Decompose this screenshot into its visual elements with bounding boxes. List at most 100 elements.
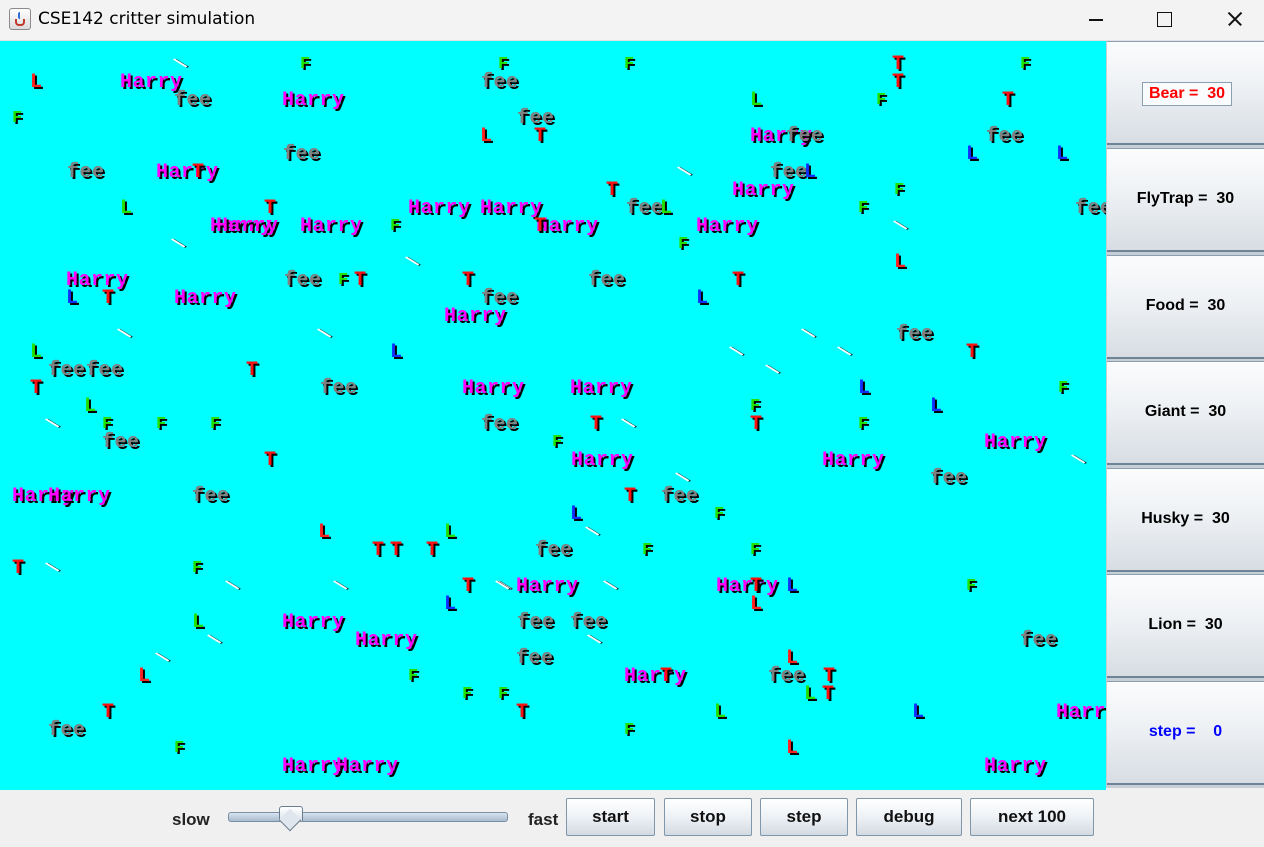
food-critter: F [300,55,311,74]
food-critter: F [552,433,563,452]
food-critter: F [498,685,509,704]
bear-critter: \ [835,341,856,365]
lion-critter: L [1056,143,1069,166]
flytrap-critter: T [354,269,367,292]
food-count: Food = 30 [1145,297,1226,314]
flytrap-count-panel: FlyTrap = 30 [1107,148,1264,252]
lion-critter: L [930,395,943,418]
close-button[interactable] [1198,0,1264,40]
husky-critter: Harry [174,287,237,310]
flytrap-critter: T [246,359,259,382]
bear-critter: \ [727,341,748,365]
debug-button[interactable]: debug [856,798,962,836]
food-critter: F [624,55,635,74]
lion-critter: L [480,125,493,148]
lion-critter: L [660,197,673,220]
flytrap-critter: T [30,377,43,400]
flytrap-critter: T [732,269,745,292]
giant-critter: fee [283,143,321,166]
flytrap-critter: T [102,287,115,310]
husky-critter: Harry [462,377,525,400]
lion-critter: L [696,287,709,310]
lion-critter: L [750,89,763,112]
bear-critter: \ [153,647,174,671]
title-bar: CSE142 critter simulation [0,0,1264,41]
bear-critter: \ [403,251,424,275]
bear-count-panel: Bear = 30 [1107,41,1264,145]
food-critter: F [858,199,869,218]
husky-critter: Harry [355,629,418,652]
minimize-button[interactable] [1062,0,1128,40]
step-button[interactable]: step [760,798,848,836]
food-critter: F [876,91,887,110]
lion-critter: L [84,395,97,418]
husky-critter: Harry [624,665,687,688]
lion-critter: L [714,701,727,724]
start-button[interactable]: start [566,798,655,836]
giant-critter: fee [481,413,519,436]
bear-critter: \ [675,161,696,185]
giant-critter: fee [86,359,124,382]
giant-critter: fee [626,197,664,220]
food-critter: F [1020,55,1031,74]
lion-critter: L [444,593,457,616]
food-critter: F [624,721,635,740]
speed-slider-thumb[interactable] [279,806,304,830]
simulation-arena: L Harry \ fee Harry Ffee F F T T F F L F Tfee L T Harry fe… [0,41,1106,790]
lion-count-panel: Lion = 30 [1107,574,1264,678]
bear-critter: \ [1069,449,1090,473]
bear-critter: \ [205,629,226,653]
husky-critter: Harry [216,215,279,238]
husky-critter: Harry [408,197,471,220]
husky-count: Husky = 30 [1141,510,1230,527]
food-critter: F [966,577,977,596]
food-critter: F [338,271,349,290]
giant-critter: fee [661,485,699,508]
flytrap-critter: T [390,539,403,562]
lion-critter: L [858,377,871,400]
husky-critter: Harry [48,485,111,508]
flytrap-critter: T [750,413,763,436]
husky-critter: Harry [156,161,219,184]
giant-critter: fee [48,359,86,382]
step-count-panel: step = 0 [1107,681,1264,785]
next-100-button[interactable]: next 100 [970,798,1094,836]
flytrap-critter: T [12,557,25,580]
food-critter: F [678,235,689,254]
maximize-button[interactable] [1130,0,1196,40]
lion-critter: L [966,143,979,166]
flytrap-count: FlyTrap = 30 [1136,190,1235,207]
husky-count-panel: Husky = 30 [1107,468,1264,572]
flytrap-critter: T [660,665,673,688]
husky-critter: Harry [822,449,885,472]
food-critter: F [642,541,653,560]
food-critter: F [192,559,203,578]
giant-critter: fee [570,611,608,634]
giant-critter: fee [516,647,554,670]
control-bar: slow fast start stop step debug next 100 [0,790,1264,847]
giant-critter: fee [986,125,1024,148]
bear-critter: \ [799,323,820,347]
flytrap-critter: T [462,269,475,292]
husky-critter: Harry [571,449,634,472]
lion-critter: L [30,341,43,364]
husky-critter: Harry [1056,701,1106,724]
bear-critter: \ [115,323,136,347]
stop-button[interactable]: stop [664,798,752,836]
food-critter: F [750,541,761,560]
giant-critter: fee [192,485,230,508]
lion-count: Lion = 30 [1148,616,1223,633]
flytrap-critter: T [590,413,603,436]
food-critter: F [462,685,473,704]
speed-slider-track[interactable] [228,812,508,822]
giant-critter: fee [896,323,934,346]
window-title: CSE142 critter simulation [38,9,256,29]
bear-critter: \ [891,215,912,239]
giant-critter: fee [930,467,968,490]
husky-critter: Harry [516,575,579,598]
husky-critter: Harry [300,215,363,238]
food-critter: F [894,181,905,200]
husky-critter: Harry [444,305,507,328]
lion-critter: L [786,737,799,760]
giant-critter: fee [48,719,86,742]
